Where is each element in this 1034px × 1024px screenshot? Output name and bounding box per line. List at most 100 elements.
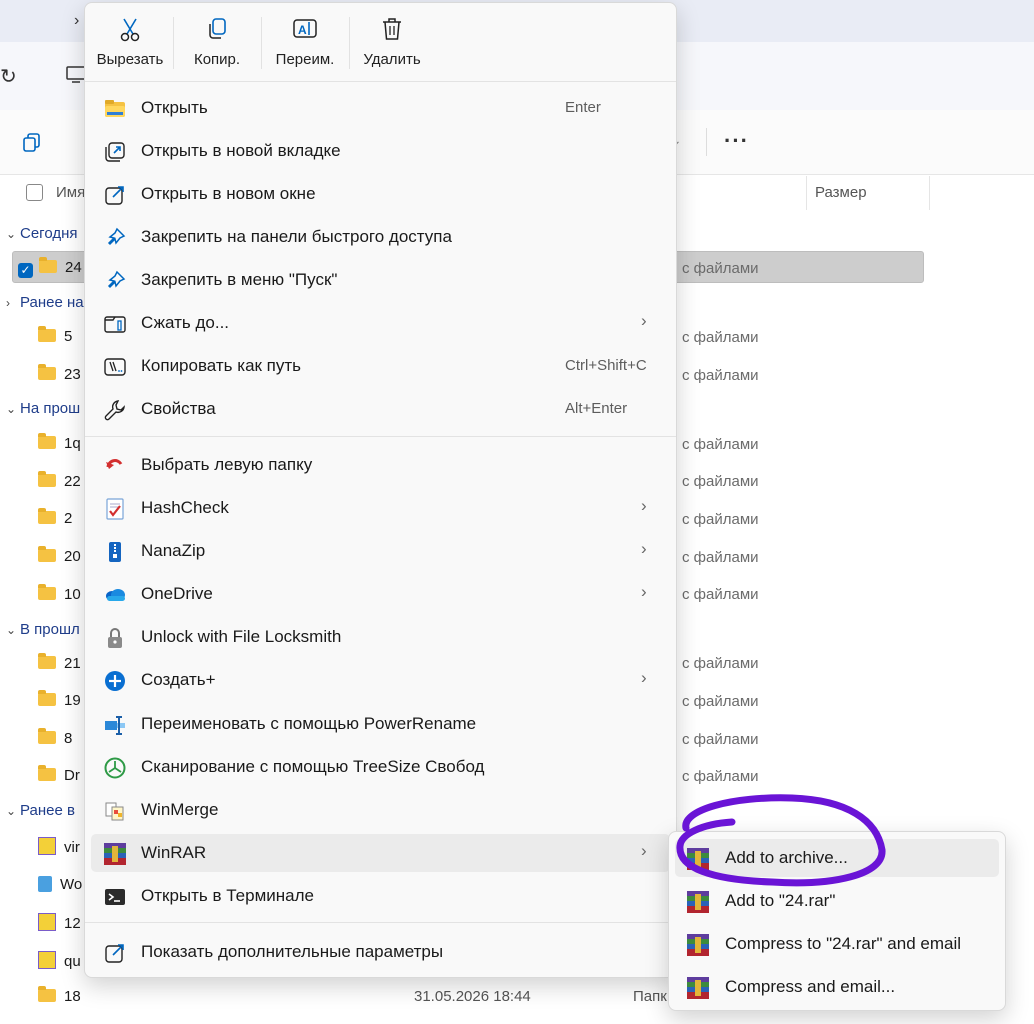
folder-icon xyxy=(38,584,56,600)
winrar-submenu: Add to archive... Add to "24.rar" Compre… xyxy=(668,831,1006,1011)
file-row[interactable]: 20 xyxy=(38,546,81,565)
menu-item-winrar[interactable]: WinRAR › xyxy=(91,834,670,872)
file-row[interactable]: 8 xyxy=(38,728,72,747)
menu-item-properties[interactable]: Свойства Alt+Enter xyxy=(91,390,670,428)
select-all-checkbox[interactable] xyxy=(26,184,43,201)
more-options-icon xyxy=(104,942,126,964)
menu-item-copy-as-path[interactable]: Копировать как путь Ctrl+Shift+C xyxy=(91,347,670,385)
file-type-cell: с файлами xyxy=(682,329,759,346)
group-header[interactable]: ⌄ В прошл xyxy=(6,621,80,638)
menu-item-select-left-folder[interactable]: Выбрать левую папку xyxy=(91,446,670,484)
folder-icon xyxy=(38,364,56,380)
chevron-right-icon: › xyxy=(641,841,647,860)
divider xyxy=(173,17,174,69)
hashcheck-icon xyxy=(104,498,126,520)
file-type-cell: с файлами xyxy=(682,549,759,566)
chevron-right-icon: › xyxy=(641,539,647,558)
column-header-name[interactable]: Имя xyxy=(56,184,85,201)
new-window-icon xyxy=(104,184,126,206)
menu-item-winmerge[interactable]: WinMerge xyxy=(91,791,670,829)
menu-item-onedrive[interactable]: OneDrive › xyxy=(91,575,670,613)
menu-item-open-terminal[interactable]: Открыть в Терминале xyxy=(91,877,670,915)
new-tab-icon xyxy=(104,141,126,163)
trash-icon xyxy=(351,17,433,43)
submenu-item-add-to-rar[interactable]: Add to "24.rar" xyxy=(675,882,999,920)
menu-item-treesize[interactable]: Сканирование с помощью TreeSize Свобод xyxy=(91,748,670,786)
menu-item-file-locksmith[interactable]: Unlock with File Locksmith xyxy=(91,618,670,656)
file-row[interactable]: ✓ 24 xyxy=(18,257,82,278)
file-row[interactable]: vir xyxy=(38,837,80,856)
folder-icon xyxy=(38,433,56,449)
file-row[interactable]: 19 xyxy=(38,690,81,709)
menu-item-nanazip[interactable]: NanaZip › xyxy=(91,532,670,570)
computer-icon[interactable] xyxy=(66,66,86,89)
rename-button[interactable]: A Переим. xyxy=(263,3,347,81)
winmerge-icon xyxy=(104,800,126,822)
menu-item-open[interactable]: Открыть Enter xyxy=(91,89,670,127)
group-header[interactable]: ⌄ Сегодня xyxy=(6,225,78,242)
folder-icon xyxy=(38,728,56,744)
file-type-cell: с файлами xyxy=(682,473,759,490)
copy-icon[interactable] xyxy=(22,132,42,157)
file-row[interactable]: 12 xyxy=(38,913,81,932)
menu-item-pin-start[interactable]: Закрепить в меню "Пуск" xyxy=(91,261,670,299)
winrar-icon xyxy=(687,891,709,913)
divider xyxy=(261,17,262,69)
file-row[interactable]: 22 xyxy=(38,471,81,490)
toolbar-divider xyxy=(706,128,707,156)
file-type-cell: с файлами xyxy=(682,260,759,277)
file-row[interactable]: 10 xyxy=(38,584,81,603)
folder-icon xyxy=(38,986,56,1002)
folder-icon xyxy=(38,508,56,524)
powerrename-icon xyxy=(104,714,126,736)
file-type-cell: с файлами xyxy=(682,586,759,603)
copy-button[interactable]: Копир. xyxy=(175,3,259,81)
submenu-item-add-to-archive[interactable]: Add to archive... xyxy=(675,839,999,877)
chevron-right-icon: › xyxy=(641,311,647,330)
menu-item-compress-to[interactable]: Сжать до... › xyxy=(91,304,670,342)
menu-item-open-new-window[interactable]: Открыть в новом окне xyxy=(91,175,670,213)
terminal-icon xyxy=(104,886,126,908)
menu-item-hashcheck[interactable]: HashCheck › xyxy=(91,489,670,527)
submenu-item-compress-and-email[interactable]: Compress and email... xyxy=(675,968,999,1006)
group-header[interactable]: › Ранее на xyxy=(6,294,84,311)
context-menu: Вырезать Копир. A Переим. Удалить Открыт… xyxy=(84,2,677,978)
menu-item-open-new-tab[interactable]: Открыть в новой вкладке xyxy=(91,132,670,170)
copy-icon xyxy=(175,17,259,43)
document-icon xyxy=(38,876,52,892)
file-row[interactable]: 23 xyxy=(38,364,81,383)
file-row[interactable]: Dr xyxy=(38,765,80,784)
submenu-item-compress-and-email-rar[interactable]: Compress to "24.rar" and email xyxy=(675,925,999,963)
pin-icon xyxy=(104,227,126,249)
chevron-right-icon[interactable]: › xyxy=(74,12,79,30)
file-row[interactable]: Wo xyxy=(38,876,82,893)
menu-item-create-plus[interactable]: Создать+ › xyxy=(91,661,670,699)
menu-item-powerrename[interactable]: Переименовать с помощью PowerRename xyxy=(91,705,670,743)
menu-item-show-more-options[interactable]: Показать дополнительные параметры xyxy=(91,933,670,971)
refresh-icon[interactable]: ↻ xyxy=(0,64,17,89)
menu-item-pin-quick-access[interactable]: Закрепить на панели быстрого доступа xyxy=(91,218,670,256)
column-header-size[interactable]: Размер xyxy=(806,176,930,210)
file-date-cell: 31.05.2026 18:44 xyxy=(414,988,531,1005)
chevron-right-icon: › xyxy=(641,496,647,515)
file-row[interactable]: 2 xyxy=(38,508,72,527)
delete-button[interactable]: Удалить xyxy=(351,3,433,81)
more-options-icon[interactable]: ··· xyxy=(724,128,749,154)
chevron-right-icon: › xyxy=(641,668,647,687)
group-header[interactable]: ⌄ Ранее в xyxy=(6,802,75,819)
copy-path-icon xyxy=(104,356,126,378)
cut-button[interactable]: Вырезать xyxy=(89,3,171,81)
treesize-icon xyxy=(104,757,126,779)
group-header[interactable]: ⌄ На прош xyxy=(6,400,80,417)
file-row[interactable]: 5 xyxy=(38,326,72,345)
winrar-icon xyxy=(687,977,709,999)
file-row[interactable]: 18 xyxy=(38,986,81,1005)
file-row[interactable]: 21 xyxy=(38,653,81,672)
checkbox-checked-icon[interactable]: ✓ xyxy=(18,263,33,278)
file-type-cell: с файлами xyxy=(682,367,759,384)
file-type-cell: с файлами xyxy=(682,693,759,710)
file-row[interactable]: qu xyxy=(38,951,81,970)
file-row[interactable]: 1q xyxy=(38,433,81,452)
winrar-icon xyxy=(104,843,126,865)
menu-divider xyxy=(85,436,676,437)
